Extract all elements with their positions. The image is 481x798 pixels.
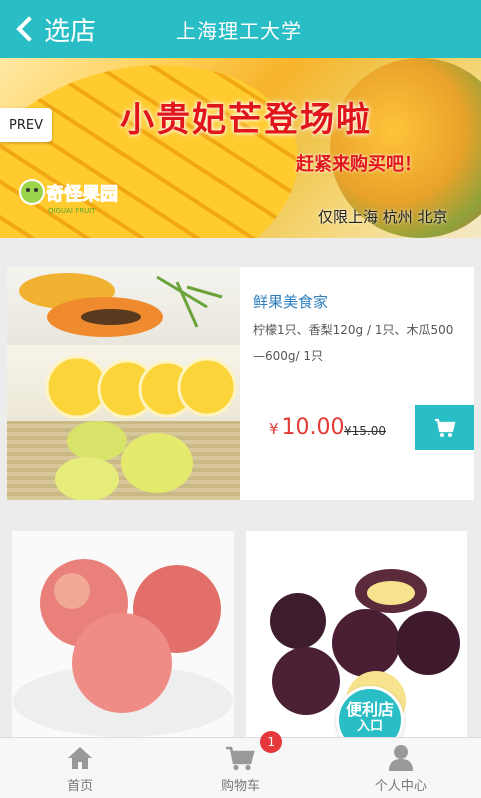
back-button[interactable]: 选店 xyxy=(14,8,96,50)
back-label: 选店 xyxy=(44,16,97,47)
top-bar: 选店 上海理工大学 xyxy=(0,0,481,58)
banner-region: 仅限上海 杭州 北京 xyxy=(318,208,448,226)
cart-icon xyxy=(226,746,256,771)
product-tile-apple[interactable] xyxy=(12,531,234,741)
nav-label-profile: 个人中心 xyxy=(374,779,427,794)
logo-text: 奇怪果园 xyxy=(46,183,118,205)
nav-label-cart: 购物车 xyxy=(220,779,260,794)
original-price: ¥15.00 xyxy=(344,424,386,438)
banner-headline: 小贵妃芒登场啦 xyxy=(120,100,372,140)
product-name[interactable]: 鲜果美食家 xyxy=(253,291,328,312)
banner-prev-button[interactable]: PREV xyxy=(0,108,52,142)
product-description: 柠檬1只、香梨120g / 1只、木瓜500—600g/ 1只 xyxy=(253,323,454,363)
lemon-photo xyxy=(7,345,240,421)
nav-item-profile[interactable]: 个人中心 xyxy=(321,738,481,798)
papaya-photo xyxy=(7,267,240,345)
home-icon xyxy=(68,747,93,769)
product-price: ¥10.00 xyxy=(269,415,345,440)
cart-icon xyxy=(434,418,455,437)
product-card[interactable]: 鲜果美食家 柠檬1只、香梨120g / 1只、木瓜500—600g/ 1只 ¥1… xyxy=(7,267,474,500)
nav-label-home: 首页 xyxy=(67,779,94,794)
bottom-nav: 首页 购物车 1 个人中心 xyxy=(0,731,481,798)
promo-banner[interactable]: 小贵妃芒登场啦 赶紧来购买吧！ 仅限上海 杭州 北京 奇怪果园 QIGUAI F… xyxy=(0,58,481,238)
logo-subtext: QIGUAI FRUIT xyxy=(48,207,96,215)
chevron-left-icon xyxy=(16,16,42,42)
price-value: 10.00 xyxy=(281,415,345,440)
banner-subline: 赶紧来购买吧！ xyxy=(296,154,422,175)
float-line2: 入口 xyxy=(356,719,383,734)
product-photo[interactable] xyxy=(7,267,240,500)
user-icon xyxy=(388,745,413,771)
cart-count-badge: 1 xyxy=(260,731,283,753)
add-to-cart-button[interactable] xyxy=(415,405,474,450)
apple-photo xyxy=(12,531,234,741)
pear-photo xyxy=(7,421,240,500)
nav-item-home[interactable]: 首页 xyxy=(0,738,160,798)
brand-logo: 奇怪果园 QIGUAI FRUIT xyxy=(19,179,118,215)
currency-symbol: ¥ xyxy=(269,420,279,438)
nav-item-cart[interactable]: 购物车 1 xyxy=(160,731,320,798)
store-title: 上海理工大学 xyxy=(176,19,302,43)
float-line1: 便利店 xyxy=(345,700,394,719)
